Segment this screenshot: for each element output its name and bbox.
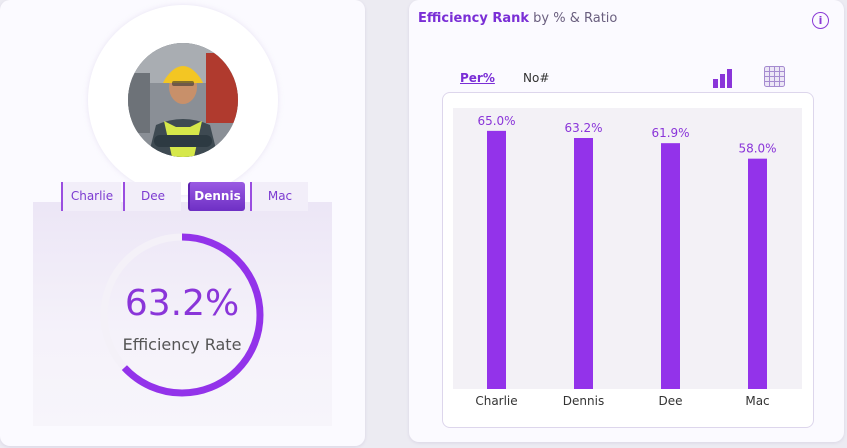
bar-chart-icon[interactable] (712, 67, 734, 89)
card-title-bold: Efficiency Rank (418, 11, 530, 26)
tab-dee[interactable]: Dee (123, 182, 181, 211)
bar-dennis[interactable] (574, 138, 593, 389)
data-label-dee: 61.9% (651, 126, 689, 140)
card-title: Efficiency Rank by % & Ratio (418, 11, 617, 26)
toggle-percent[interactable]: Per% (460, 71, 495, 85)
card-title-rest: by % & Ratio (529, 11, 618, 26)
bar-mac[interactable] (748, 158, 767, 389)
data-label-dennis: 63.2% (564, 121, 602, 135)
data-label-mac: 58.0% (738, 142, 776, 156)
employee-card: Charlie Dee Dennis Mac 63.2% Efficiency … (0, 0, 365, 446)
x-tick-charlie: Charlie (475, 394, 517, 408)
tab-mac[interactable]: Mac (250, 182, 308, 211)
x-tick-dee: Dee (658, 394, 682, 408)
tab-charlie[interactable]: Charlie (61, 182, 121, 211)
efficiency-value: 63.2% (124, 283, 240, 324)
efficiency-bar-chart: 65.0% Charlie 63.2% Dennis 61.9% Dee 58.0% Mac (475, 114, 776, 408)
avatar (128, 43, 238, 157)
efficiency-rank-card: Efficiency Rank by % & Ratio i Per% No# … (409, 0, 844, 442)
grid-icon[interactable] (764, 66, 785, 87)
tab-dennis[interactable]: Dennis (188, 182, 245, 211)
info-icon[interactable]: i (812, 12, 829, 29)
x-tick-dennis: Dennis (563, 394, 604, 408)
bar-charlie[interactable] (487, 130, 506, 389)
chart-frame: 65.0% Charlie 63.2% Dennis 61.9% Dee 58.0% Mac (442, 92, 814, 428)
toggle-number[interactable]: No# (523, 71, 549, 85)
efficiency-label: Efficiency Rate (122, 335, 242, 354)
bar-dee[interactable] (661, 143, 680, 389)
data-label-charlie: 65.0% (477, 114, 515, 128)
x-tick-mac: Mac (745, 394, 769, 408)
